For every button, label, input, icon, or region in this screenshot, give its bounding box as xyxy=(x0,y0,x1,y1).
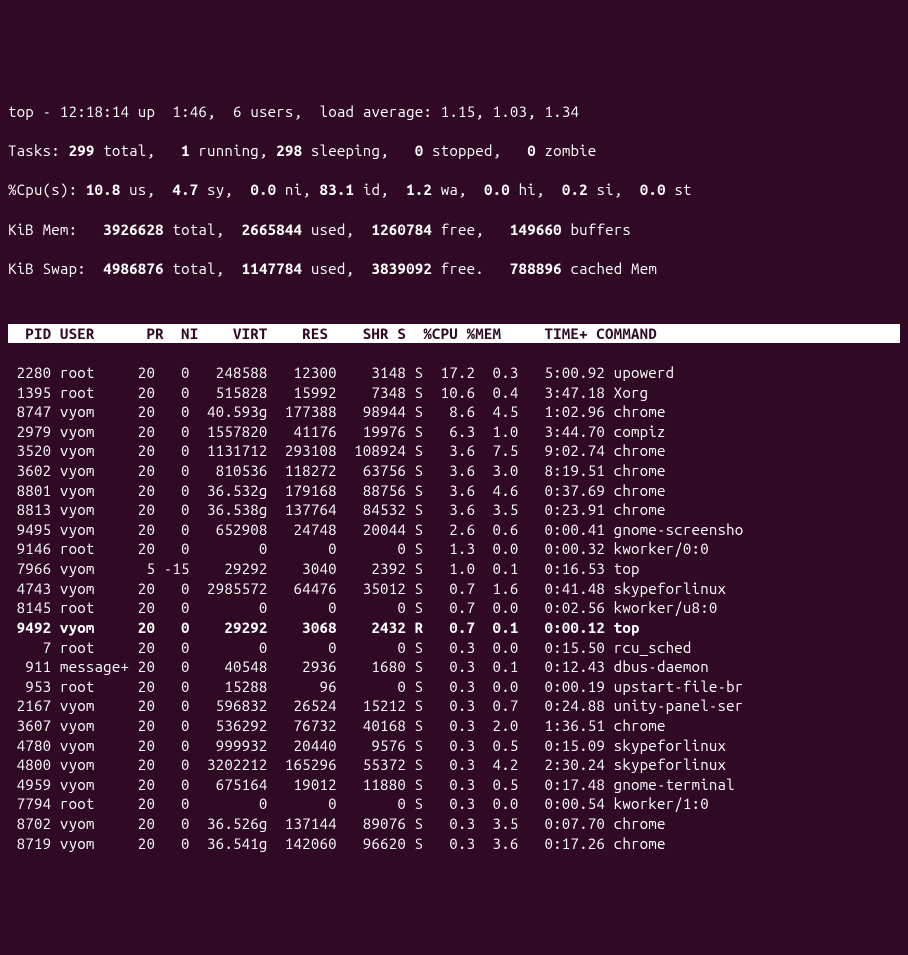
summary-line-cpu: %Cpu(s): 10.8 us, 4.7 sy, 0.0 ni, 83.1 i… xyxy=(8,180,900,200)
process-row[interactable]: 4780 vyom 20 0 999932 20440 9576 S 0.3 0… xyxy=(8,736,900,756)
summary-line-uptime: top - 12:18:14 up 1:46, 6 users, load av… xyxy=(8,102,900,122)
top-summary: top - 12:18:14 up 1:46, 6 users, load av… xyxy=(8,82,900,298)
process-row[interactable]: 4743 vyom 20 0 2985572 64476 35012 S 0.7… xyxy=(8,579,900,599)
process-row[interactable]: 2167 vyom 20 0 596832 26524 15212 S 0.3 … xyxy=(8,696,900,716)
process-row[interactable]: 4959 vyom 20 0 675164 19012 11880 S 0.3 … xyxy=(8,775,900,795)
process-row[interactable]: 9146 root 20 0 0 0 0 S 1.3 0.0 0:00.32 k… xyxy=(8,539,900,559)
process-row[interactable]: 3607 vyom 20 0 536292 76732 40168 S 0.3 … xyxy=(8,716,900,736)
process-row[interactable]: 8801 vyom 20 0 36.532g 179168 88756 S 3.… xyxy=(8,481,900,501)
summary-line-swap: KiB Swap: 4986876 total, 1147784 used, 3… xyxy=(8,259,900,279)
process-table-body: 2280 root 20 0 248588 12300 3148 S 17.2 … xyxy=(8,363,900,853)
process-row[interactable]: 8702 vyom 20 0 36.526g 137144 89076 S 0.… xyxy=(8,814,900,834)
summary-line-mem: KiB Mem: 3926628 total, 2665844 used, 12… xyxy=(8,220,900,240)
process-row[interactable]: 8719 vyom 20 0 36.541g 142060 96620 S 0.… xyxy=(8,834,900,854)
process-row[interactable]: 1395 root 20 0 515828 15992 7348 S 10.6 … xyxy=(8,383,900,403)
process-row[interactable]: 8813 vyom 20 0 36.538g 137764 84532 S 3.… xyxy=(8,500,900,520)
process-table-header[interactable]: PID USER PR NI VIRT RES SHR S %CPU %MEM … xyxy=(8,324,900,344)
process-row[interactable]: 911 message+ 20 0 40548 2936 1680 S 0.3 … xyxy=(8,657,900,677)
process-row[interactable]: 9495 vyom 20 0 652908 24748 20044 S 2.6 … xyxy=(8,520,900,540)
process-row[interactable]: 2979 vyom 20 0 1557820 41176 19976 S 6.3… xyxy=(8,422,900,442)
process-row[interactable]: 9492 vyom 20 0 29292 3068 2432 R 0.7 0.1… xyxy=(8,618,900,638)
process-row[interactable]: 953 root 20 0 15288 96 0 S 0.3 0.0 0:00.… xyxy=(8,677,900,697)
process-row[interactable]: 4800 vyom 20 0 3202212 165296 55372 S 0.… xyxy=(8,755,900,775)
process-row[interactable]: 3602 vyom 20 0 810536 118272 63756 S 3.6… xyxy=(8,461,900,481)
process-row[interactable]: 3520 vyom 20 0 1131712 293108 108924 S 3… xyxy=(8,441,900,461)
process-row[interactable]: 8747 vyom 20 0 40.593g 177388 98944 S 8.… xyxy=(8,402,900,422)
process-row[interactable]: 8145 root 20 0 0 0 0 S 0.7 0.0 0:02.56 k… xyxy=(8,598,900,618)
process-row[interactable]: 7 root 20 0 0 0 0 S 0.3 0.0 0:15.50 rcu_… xyxy=(8,638,900,658)
process-row[interactable]: 7794 root 20 0 0 0 0 S 0.3 0.0 0:00.54 k… xyxy=(8,794,900,814)
summary-line-tasks: Tasks: 299 total, 1 running, 298 sleepin… xyxy=(8,141,900,161)
process-row[interactable]: 2280 root 20 0 248588 12300 3148 S 17.2 … xyxy=(8,363,900,383)
process-row[interactable]: 7966 vyom 5 -15 29292 3040 2392 S 1.0 0.… xyxy=(8,559,900,579)
